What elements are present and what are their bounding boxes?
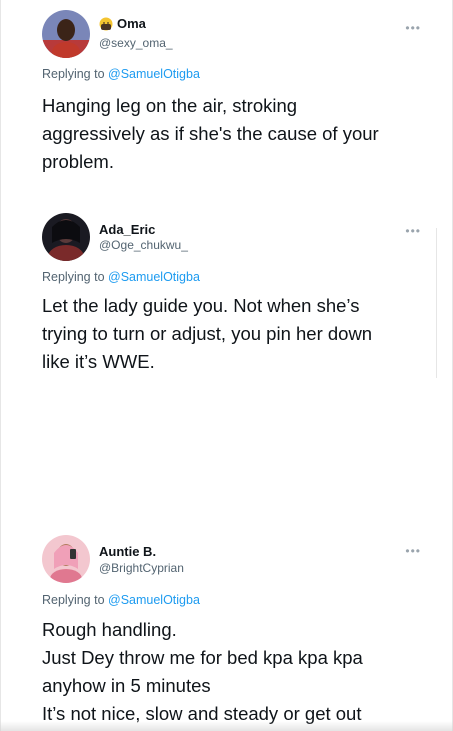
replying-to-label: Replying to (42, 67, 109, 81)
tweet-card[interactable]: Auntie B. @BrightCyprian ••• Replying to… (0, 528, 453, 731)
tweet-text-line: Hanging leg on the air, stroking (42, 95, 298, 116)
tweet-text: Hanging leg on the air, stroking aggress… (42, 92, 422, 176)
tweet-text-line: Just Dey throw me for bed kpa kpa kpa (42, 647, 363, 668)
tweet-card[interactable]: Oma @sexy_oma_ ••• Replying to @SamuelOt… (0, 0, 453, 200)
replying-to: Replying to @SamuelOtigba (42, 67, 200, 81)
user-handle[interactable]: @BrightCyprian (99, 561, 184, 575)
tweet-text-line: trying to turn or adjust, you pin her do… (42, 323, 373, 344)
display-name[interactable]: Oma (117, 16, 146, 31)
display-name[interactable]: Auntie B. (99, 544, 156, 559)
tweet-text-line: aggressively as if she's the cause of yo… (42, 123, 379, 144)
mention-link[interactable]: @SamuelOtigba (108, 593, 200, 607)
tweet-text-line: problem. (42, 151, 114, 172)
user-handle[interactable]: @sexy_oma_ (99, 36, 173, 50)
display-name[interactable]: Ada_Eric (99, 222, 155, 237)
mention-link[interactable]: @SamuelOtigba (108, 67, 200, 81)
tweet-text-line: Rough handling. (42, 619, 177, 640)
tweet-text: Let the lady guide you. Not when she’s t… (42, 292, 422, 376)
replying-to: Replying to @SamuelOtigba (42, 270, 200, 284)
avatar[interactable] (42, 10, 90, 58)
more-options-icon[interactable]: ••• (405, 22, 421, 34)
tweet-text-line: anyhow in 5 minutes (42, 675, 211, 696)
more-options-icon[interactable]: ••• (405, 225, 421, 237)
hugging-face-emoji-icon (99, 17, 113, 31)
more-options-icon[interactable]: ••• (405, 545, 421, 557)
user-handle[interactable]: @Oge_chukwu_ (99, 238, 188, 252)
tweet-text-line: Let the lady guide you. Not when she’s (42, 295, 360, 316)
replying-to-label: Replying to (42, 593, 109, 607)
tweet-text-line: like it’s WWE. (42, 351, 155, 372)
avatar[interactable] (42, 535, 90, 583)
replying-to: Replying to @SamuelOtigba (42, 593, 200, 607)
mention-link[interactable]: @SamuelOtigba (108, 270, 200, 284)
tweet-text: Rough handling. Just Dey throw me for be… (42, 616, 422, 728)
avatar[interactable] (42, 213, 90, 261)
replying-to-label: Replying to (42, 270, 109, 284)
tweet-card[interactable]: Ada_Eric @Oge_chukwu_ ••• Replying to @S… (0, 205, 453, 505)
bottom-edge-shade (0, 721, 453, 731)
